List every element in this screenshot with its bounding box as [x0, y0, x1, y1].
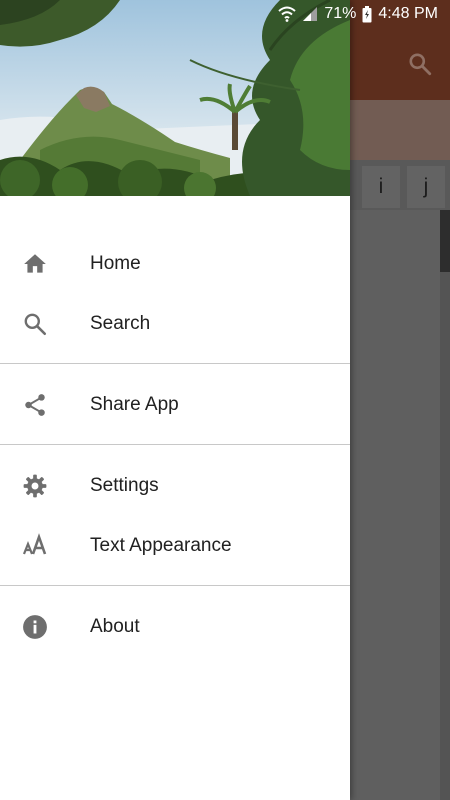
letter-tab-i[interactable]: i: [362, 166, 400, 208]
scrollbar-thumb[interactable]: [440, 210, 450, 272]
menu-label-share-app: Share App: [90, 394, 179, 415]
navigation-drawer: Home Search Share App Settings Text Appe…: [0, 0, 350, 800]
home-icon: [22, 251, 48, 277]
status-bar: 71% 4:48 PM: [0, 0, 450, 30]
menu-divider: [0, 585, 350, 586]
gear-icon: [22, 473, 48, 499]
menu-divider: [0, 444, 350, 445]
toolbar-search-button[interactable]: [398, 44, 442, 88]
menu-label-text-appearance: Text Appearance: [90, 535, 232, 556]
menu-item-settings[interactable]: Settings: [0, 455, 350, 515]
menu-divider: [0, 363, 350, 364]
menu-label-settings: Settings: [90, 475, 159, 496]
menu-item-share-app[interactable]: Share App: [0, 374, 350, 434]
menu-label-home: Home: [90, 253, 141, 274]
menu-label-about: About: [90, 616, 140, 637]
battery-percent: 71%: [324, 5, 357, 22]
menu-label-search: Search: [90, 313, 151, 334]
drawer-menu: Home Search Share App Settings Text Appe…: [0, 233, 350, 656]
menu-item-about[interactable]: About: [0, 596, 350, 656]
share-icon: [22, 392, 48, 418]
text-size-icon: [22, 533, 48, 559]
menu-item-text-appearance[interactable]: Text Appearance: [0, 515, 350, 575]
search-icon: [22, 311, 48, 337]
menu-item-search[interactable]: Search: [0, 293, 350, 353]
signal-icon: [302, 6, 318, 22]
clock: 4:48 PM: [378, 5, 438, 22]
info-icon: [22, 614, 48, 640]
menu-item-home[interactable]: Home: [0, 233, 350, 293]
scrollbar-track[interactable]: [440, 210, 450, 800]
search-icon: [407, 51, 433, 82]
battery-icon: [362, 5, 372, 23]
wifi-icon: [278, 6, 297, 22]
letter-tab-j[interactable]: j: [407, 166, 445, 208]
